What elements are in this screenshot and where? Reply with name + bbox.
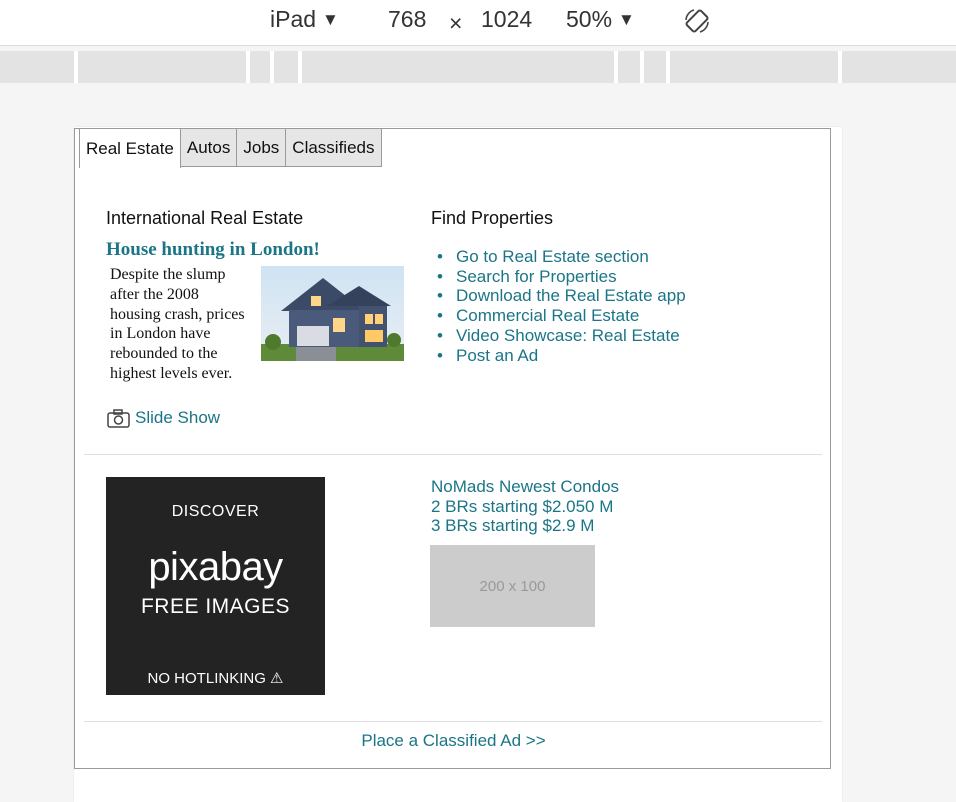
condo-promo: NoMads Newest Condos 2 BRs starting $2.0… [431, 477, 619, 536]
list-item: Search for Properties [437, 267, 686, 287]
tab-classifieds[interactable]: Classifieds [285, 129, 382, 167]
footer: Place a Classified Ad >> [75, 731, 832, 751]
tab-real-estate[interactable]: Real Estate [79, 129, 181, 168]
device-name: iPad [270, 6, 317, 32]
ad-free-images-text: FREE IMAGES [140, 595, 291, 618]
mq-divider [640, 51, 644, 83]
condo-line-1[interactable]: 2 BRs starting $2.050 M [431, 497, 619, 517]
tab-autos[interactable]: Autos [179, 129, 238, 167]
slideshow-label: Slide Show [135, 408, 221, 427]
condo-line-2[interactable]: 3 BRs starting $2.9 M [431, 516, 619, 536]
tab-jobs[interactable]: Jobs [236, 129, 287, 167]
dropdown-arrow-icon: ▼ [322, 10, 339, 29]
mq-divider [298, 51, 302, 83]
mq-divider [614, 51, 618, 83]
link-commercial[interactable]: Commercial Real Estate [456, 306, 639, 325]
list-item: Commercial Real Estate [437, 306, 686, 326]
link-search-properties[interactable]: Search for Properties [456, 267, 617, 286]
property-links: Go to Real Estate section Search for Pro… [437, 247, 686, 366]
mq-divider [74, 51, 78, 83]
condo-title-link[interactable]: NoMads Newest Condos [431, 477, 619, 497]
divider [84, 721, 822, 722]
list-item: Video Showcase: Real Estate [437, 326, 686, 346]
section-heading-international: International Real Estate [106, 208, 304, 228]
pixabay-ad[interactable]: DISCOVER pixabay FREE IMAGES NO HOTLINKI… [106, 477, 325, 695]
place-classified-ad-link[interactable]: Place a Classified Ad >> [361, 731, 545, 750]
feature-title[interactable]: House hunting in London! [106, 239, 320, 261]
mq-divider [666, 51, 670, 83]
house-image[interactable] [261, 266, 404, 361]
list-item: Go to Real Estate section [437, 247, 686, 267]
mq-divider [246, 51, 250, 83]
feature-text: Despite the slump after the 2008 housing… [110, 266, 245, 382]
zoom-value: 50% [566, 6, 613, 32]
camera-icon [107, 409, 130, 428]
link-real-estate-section[interactable]: Go to Real Estate section [456, 247, 649, 266]
rotate-icon[interactable] [682, 6, 712, 36]
emulated-viewport: Real Estate Autos Jobs Classifieds Inter… [74, 127, 842, 802]
section-heading-find-properties: Find Properties [431, 208, 554, 228]
zoom-select[interactable]: 50% ▼ [566, 6, 635, 33]
device-select[interactable]: iPad ▼ [270, 6, 339, 33]
list-item: Post an Ad [437, 346, 686, 366]
link-video-showcase[interactable]: Video Showcase: Real Estate [456, 326, 680, 345]
link-post-ad[interactable]: Post an Ad [456, 346, 538, 365]
dropdown-arrow-icon: ▼ [618, 10, 635, 29]
list-item: Download the Real Estate app [437, 286, 686, 306]
pixabay-logo: pixabay [148, 545, 283, 589]
times-icon: × [449, 10, 463, 36]
ad-no-hotlinking-text: NO HOTLINKING ⚠ [147, 670, 284, 687]
mq-divider [270, 51, 274, 83]
placeholder-image: 200 x 100 [430, 545, 595, 627]
width-input[interactable]: 768 [388, 6, 426, 33]
ad-discover-text: DISCOVER [171, 503, 260, 520]
divider [84, 454, 822, 455]
slideshow-link[interactable]: Slide Show [107, 408, 220, 428]
tab-bar: Real Estate Autos Jobs Classifieds [79, 129, 382, 168]
classifieds-widget: Real Estate Autos Jobs Classifieds Inter… [74, 128, 831, 769]
link-download-app[interactable]: Download the Real Estate app [456, 286, 686, 305]
media-query-bar[interactable] [0, 51, 956, 83]
device-toolbar: iPad ▼ 768 × 1024 50% ▼ [0, 0, 956, 46]
height-input[interactable]: 1024 [481, 6, 532, 33]
mq-divider [838, 51, 842, 83]
